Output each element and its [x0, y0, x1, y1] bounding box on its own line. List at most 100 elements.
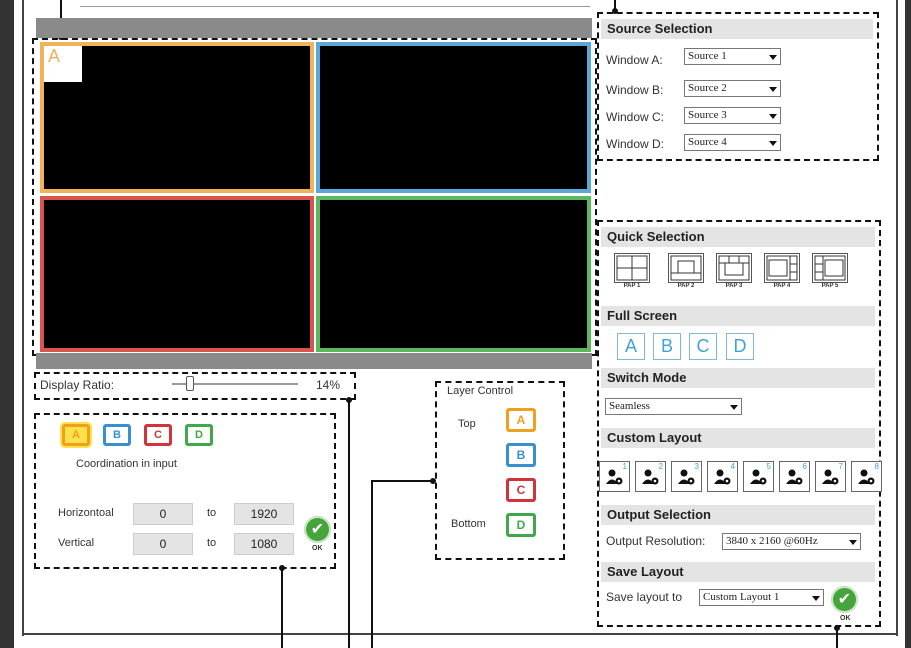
window-b-source-value: Source 2	[688, 82, 727, 94]
custom-layout-3-button[interactable]: 3	[671, 461, 702, 492]
full-screen-title: Full Screen	[601, 306, 875, 326]
coordination-a-button[interactable]: A	[62, 424, 90, 446]
layer-control-title: Layer Control	[445, 385, 516, 397]
output-resolution-label: Output Resolution:	[606, 534, 706, 548]
chevron-down-icon	[769, 141, 777, 146]
callout-line-layer-h	[371, 480, 433, 482]
coordination-b-button[interactable]: B	[103, 424, 131, 446]
coordination-ok-label: OK	[312, 545, 323, 552]
full-screen-d-button[interactable]: D	[726, 333, 754, 360]
custom-layout-number: 7	[838, 462, 843, 471]
callout-line-layer-v	[371, 480, 373, 648]
user-gear-icon	[821, 467, 841, 496]
custom-layout-2-button[interactable]: 2	[635, 461, 666, 492]
top-strip	[80, 0, 590, 7]
panel-border-bottom	[22, 633, 898, 635]
pap3-button[interactable]: PAP 3	[716, 253, 752, 289]
window-a-tag: A	[44, 46, 82, 82]
custom-layout-number: 8	[874, 462, 879, 471]
custom-layout-title: Custom Layout	[601, 428, 875, 448]
coordination-ok-button[interactable]: ✔	[304, 516, 331, 543]
custom-layout-number: 2	[658, 462, 663, 471]
checkmark-icon: ✔	[837, 591, 852, 608]
custom-layout-number: 4	[730, 462, 735, 471]
pap2-button[interactable]: PAP 2	[668, 253, 704, 289]
layout-top-split-icon	[716, 253, 752, 283]
vertical-from-input[interactable]: 0	[133, 533, 193, 555]
custom-layout-number: 3	[694, 462, 699, 471]
window-a-label: Window A:	[606, 53, 663, 67]
layout-left-split-icon	[812, 253, 848, 283]
switch-mode-title: Switch Mode	[601, 368, 875, 388]
window-b-source-select[interactable]: Source 2	[684, 80, 781, 97]
checkmark-icon: ✔	[310, 521, 325, 538]
window-b-preview[interactable]	[316, 42, 591, 193]
output-resolution-select[interactable]: 3840 x 2160 @60Hz	[722, 533, 861, 550]
window-d-label: Window D:	[606, 137, 665, 151]
full-screen-a-button[interactable]: A	[617, 333, 645, 360]
window-b-label: Window B:	[606, 83, 664, 97]
custom-layout-7-button[interactable]: 7	[815, 461, 846, 492]
chevron-down-icon	[812, 596, 820, 601]
pap4-button[interactable]: PAP 4	[764, 253, 800, 289]
display-ratio-label: Display Ratio:	[40, 378, 115, 392]
save-layout-select[interactable]: Custom Layout 1	[699, 589, 824, 606]
layout-side-split-icon	[764, 253, 800, 283]
display-ratio-value: 14%	[316, 378, 341, 392]
user-gear-icon	[605, 467, 625, 496]
display-ratio-slider-thumb[interactable]	[185, 376, 194, 391]
layer-b-button[interactable]: B	[506, 443, 536, 467]
switch-mode-select[interactable]: Seamless	[605, 398, 742, 415]
layer-d-button[interactable]: D	[506, 513, 536, 537]
window-frame-right	[905, 0, 911, 648]
custom-layout-6-button[interactable]: 6	[779, 461, 810, 492]
layer-top-label: Top	[458, 418, 476, 430]
window-c-source-value: Source 3	[688, 109, 727, 121]
panel-border-right	[896, 0, 898, 636]
chevron-down-icon	[849, 540, 857, 545]
custom-layout-8-button[interactable]: 8	[851, 461, 882, 492]
custom-layout-1-button[interactable]: 1	[599, 461, 630, 492]
window-d-source-select[interactable]: Source 4	[684, 134, 781, 151]
full-screen-c-button[interactable]: C	[689, 333, 717, 360]
preview-footer-bar	[36, 353, 592, 369]
horizontal-to-input[interactable]: 1920	[234, 503, 294, 525]
user-gear-icon	[857, 467, 877, 496]
window-c-label: Window C:	[606, 110, 665, 124]
panel-border-left	[22, 0, 24, 636]
source-selection-title: Source Selection	[601, 19, 873, 39]
vertical-to-input[interactable]: 1080	[234, 533, 294, 555]
output-resolution-value: 3840 x 2160 @60Hz	[726, 535, 818, 547]
window-d-source-value: Source 4	[688, 136, 727, 148]
user-gear-icon	[641, 467, 661, 496]
custom-layout-buttons: 1 2 3 4 5 6 7 8	[599, 461, 882, 493]
window-d-preview[interactable]	[316, 196, 591, 352]
pap1-button[interactable]: PAP 1	[614, 253, 650, 289]
layer-a-button[interactable]: A	[506, 408, 536, 432]
custom-layout-4-button[interactable]: 4	[707, 461, 738, 492]
coordination-d-button[interactable]: D	[185, 424, 213, 446]
quick-selection-title: Quick Selection	[601, 227, 875, 247]
layout-pip-icon	[668, 253, 704, 283]
save-layout-ok-button[interactable]: ✔	[831, 586, 858, 613]
output-selection-title: Output Selection	[601, 505, 875, 525]
layer-bottom-label: Bottom	[451, 518, 486, 530]
save-layout-value: Custom Layout 1	[703, 591, 780, 603]
coordination-c-button[interactable]: C	[144, 424, 172, 446]
layer-c-button[interactable]: C	[506, 478, 536, 502]
coordination-caption: Coordination in input	[76, 458, 177, 470]
horizontal-label: Horizontoal	[58, 507, 114, 519]
custom-layout-5-button[interactable]: 5	[743, 461, 774, 492]
pap5-button[interactable]: PAP 5	[812, 253, 848, 289]
user-gear-icon	[749, 467, 769, 496]
chevron-down-icon	[769, 87, 777, 92]
window-a-source-select[interactable]: Source 1	[684, 48, 781, 65]
custom-layout-number: 6	[802, 462, 807, 471]
vertical-label: Vertical	[58, 537, 95, 549]
full-screen-b-button[interactable]: B	[653, 333, 681, 360]
layer-control-panel	[435, 381, 565, 560]
window-c-preview[interactable]	[40, 196, 314, 352]
coordination-window-buttons: ABCD	[62, 424, 232, 448]
horizontal-from-input[interactable]: 0	[133, 503, 193, 525]
window-c-source-select[interactable]: Source 3	[684, 107, 781, 124]
